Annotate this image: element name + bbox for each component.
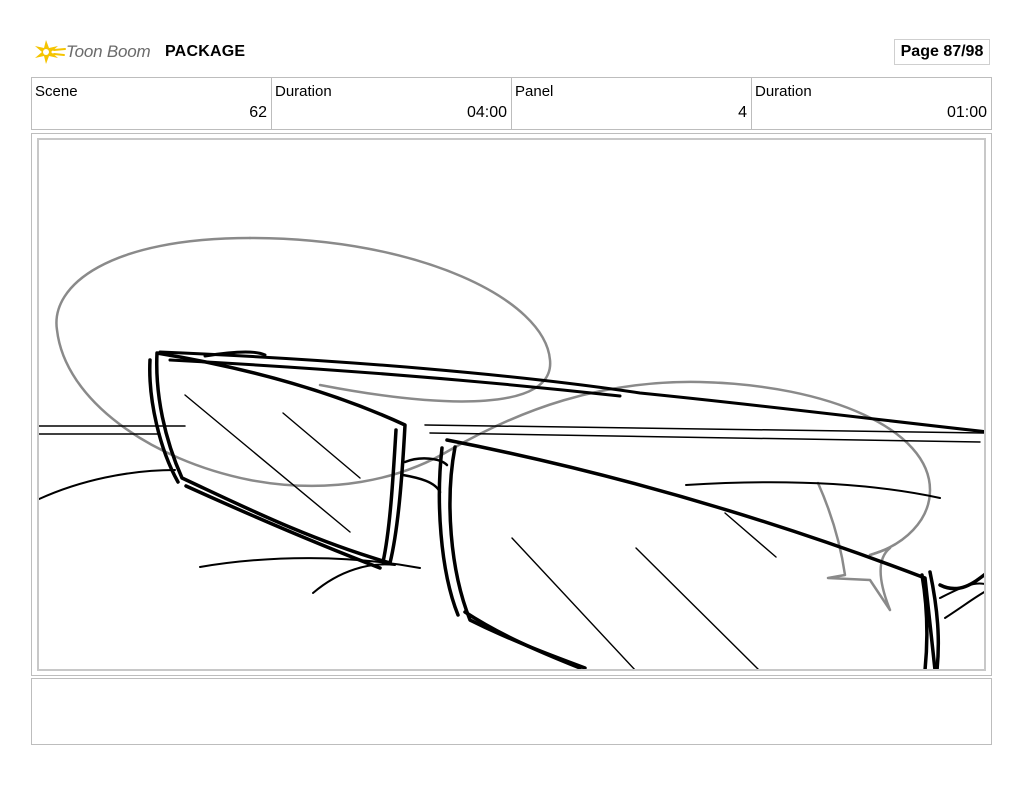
scene-duration-cell: Duration 04:00 bbox=[272, 78, 512, 129]
left-lens bbox=[148, 351, 407, 570]
scene-label: Scene bbox=[35, 83, 78, 100]
panel-cell: Panel 4 bbox=[512, 78, 752, 129]
temple-arm bbox=[158, 350, 984, 434]
brand-name: Toon Boom bbox=[66, 42, 151, 61]
panel-value: 4 bbox=[738, 104, 747, 121]
sunglasses-sketch bbox=[39, 236, 984, 669]
right-lens bbox=[437, 438, 984, 669]
scene-cell: Scene 62 bbox=[32, 78, 272, 129]
ground-contours bbox=[39, 469, 984, 619]
panel-duration-value: 01:00 bbox=[946, 104, 987, 121]
panel-info-row: Scene 62 Duration 04:00 Panel 4 Duration… bbox=[31, 77, 992, 130]
scene-duration-value: 04:00 bbox=[466, 104, 507, 121]
sketch-guides bbox=[55, 236, 932, 612]
lens-reflections bbox=[184, 394, 777, 669]
project-title: PACKAGE bbox=[165, 43, 246, 60]
toon-boom-logo: Toon Boom bbox=[32, 36, 151, 68]
notes-box bbox=[31, 678, 992, 745]
scene-value: 62 bbox=[249, 104, 267, 121]
panel-duration-label: Duration bbox=[755, 83, 812, 100]
panel-duration-cell: Duration 01:00 bbox=[752, 78, 991, 129]
panel-label: Panel bbox=[515, 83, 554, 100]
horizon-lines bbox=[39, 424, 984, 443]
panel-drawing bbox=[37, 138, 986, 671]
toon-boom-star-icon bbox=[35, 40, 66, 64]
page-indicator: Page 87/98 bbox=[894, 39, 990, 65]
scene-duration-label: Duration bbox=[275, 83, 332, 100]
